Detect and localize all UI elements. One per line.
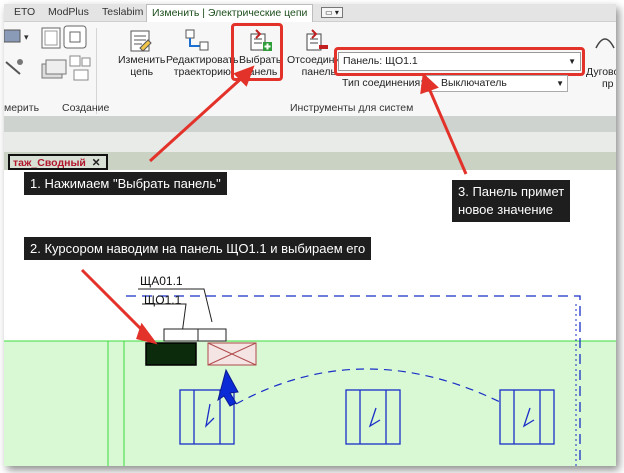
- mouse-cursor-icon: [217, 368, 239, 407]
- app-window: ЕТО ModPlus Teslabim Изменить | Электрич…: [4, 4, 616, 466]
- callout-step-2: 2. Курсором наводим на панель ЩО1.1 и вы…: [24, 237, 372, 260]
- arrows-annotation: [80, 65, 468, 345]
- callout-step-3: 3. Панель примет новое значение: [452, 180, 571, 222]
- wire-arc: [235, 368, 505, 405]
- panel-tag-b: [163, 328, 199, 342]
- fixture-middle: [345, 389, 401, 445]
- drawing-overlay: [4, 65, 616, 466]
- panel-shcho-1-1[interactable]: [145, 342, 197, 366]
- callout-step-1: 1. Нажимаем "Выбрать панель": [24, 172, 227, 195]
- panel-tag-a: [197, 328, 227, 342]
- label-shcho-1-1: ЩО1.1: [144, 293, 182, 307]
- fixture-right: [499, 389, 555, 445]
- label-shcha-01-1: ЩА01.1: [140, 274, 183, 288]
